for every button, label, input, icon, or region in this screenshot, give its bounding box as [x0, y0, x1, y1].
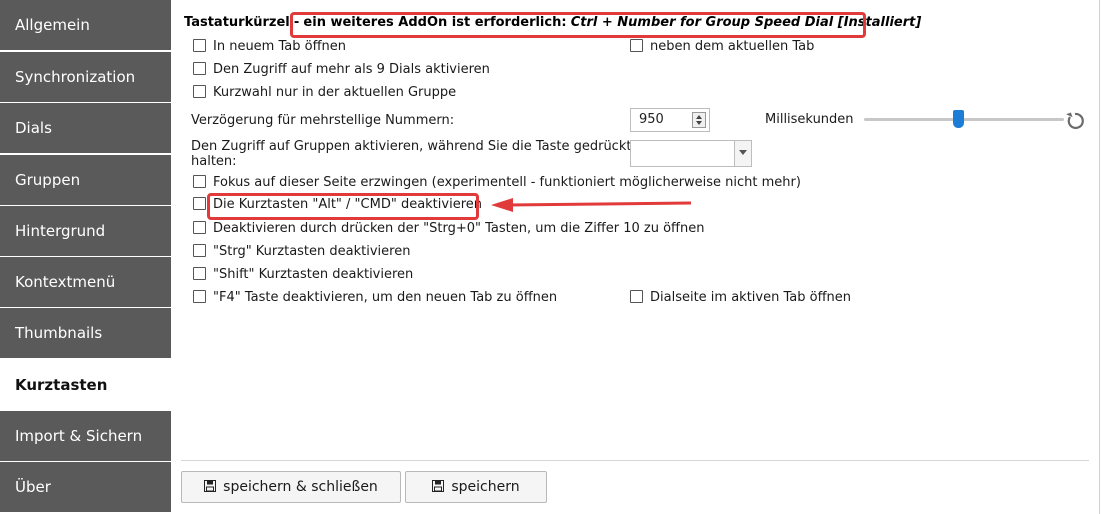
checkbox-icon[interactable] — [630, 290, 643, 303]
group-access-label: Den Zugriff auf Gruppen aktivieren, währ… — [191, 139, 631, 169]
option-force-focus[interactable]: Fokus auf dieser Seite erzwingen (experi… — [193, 175, 801, 190]
delay-label: Verzögerung für mehrstellige Nummern: — [191, 113, 455, 128]
option-current-group[interactable]: Kurzwahl nur in der aktuellen Gruppe — [193, 85, 456, 100]
footer-divider — [181, 460, 1089, 461]
reset-icon[interactable] — [1064, 110, 1086, 132]
group-access-label-line1: Den Zugriff auf Gruppen aktivieren, währ… — [191, 139, 632, 154]
option-disable-ctrl0-label: Deaktivieren durch drücken der "Strg+0" … — [213, 221, 705, 236]
option-force-focus-label: Fokus auf dieser Seite erzwingen (experi… — [213, 175, 801, 190]
group-access-select[interactable] — [630, 140, 752, 167]
checkbox-icon[interactable] — [193, 267, 206, 280]
checkbox-icon[interactable] — [193, 85, 206, 98]
sidebar-item-thumbnails[interactable]: Thumbnails — [0, 308, 171, 358]
option-more-than-9-label: Den Zugriff auf mehr als 9 Dials aktivie… — [213, 62, 490, 77]
option-next-to-tab-label: neben dem aktuellen Tab — [650, 39, 815, 54]
floppy-disk-icon — [204, 480, 217, 492]
panel-border — [1099, 0, 1100, 514]
option-disable-shift-label: "Shift" Kurztasten deaktivieren — [213, 267, 414, 282]
sidebar-item-hintergrund[interactable]: Hintergrund — [0, 206, 171, 256]
section-title-label: Tastaturkürzel — [184, 15, 290, 30]
option-disable-strg[interactable]: "Strg" Kurztasten deaktivieren — [193, 244, 410, 259]
delay-slider-track[interactable] — [864, 118, 1064, 121]
arrow-annotation-icon — [491, 198, 692, 212]
save-button[interactable]: speichern — [405, 471, 547, 503]
option-disable-shift[interactable]: "Shift" Kurztasten deaktivieren — [193, 267, 413, 282]
sidebar-item-allgemein[interactable]: Allgemein — [0, 0, 171, 50]
main-panel: Tastaturkürzel - ein weiteres AddOn ist … — [171, 0, 1102, 514]
option-disable-ctrl0[interactable]: Deaktivieren durch drücken der "Strg+0" … — [193, 221, 705, 236]
save-close-button[interactable]: speichern & schließen — [181, 471, 401, 503]
option-new-tab-label: In neuem Tab öffnen — [213, 39, 347, 54]
checkbox-icon[interactable] — [193, 62, 206, 75]
addon-requirement-text: ein weiteres AddOn ist erforderlich: — [303, 15, 567, 30]
option-new-tab[interactable]: In neuem Tab öffnen — [193, 39, 346, 54]
delay-unit-label: Millisekunden — [765, 112, 854, 127]
option-dial-active-tab-label: Dialseite im aktiven Tab öffnen — [650, 290, 852, 305]
checkbox-icon[interactable] — [193, 290, 206, 303]
checkbox-icon[interactable] — [630, 39, 643, 52]
delay-value: 950 — [639, 112, 664, 127]
option-disable-strg-label: "Strg" Kurztasten deaktivieren — [213, 244, 411, 259]
option-next-to-tab[interactable]: neben dem aktuellen Tab — [630, 39, 814, 54]
addon-name: Ctrl + Number for Group Speed Dial [Inst… — [570, 15, 922, 30]
chevron-down-icon[interactable] — [734, 141, 751, 166]
save-close-label: speichern & schließen — [223, 479, 378, 495]
option-current-group-label: Kurzwahl nur in der aktuellen Gruppe — [213, 85, 457, 100]
checkbox-icon[interactable] — [193, 175, 206, 188]
option-disable-f4[interactable]: "F4" Taste deaktivieren, um den neuen Ta… — [193, 290, 557, 305]
sidebar-item-ueber[interactable]: Über — [0, 462, 171, 512]
checkbox-icon[interactable] — [193, 197, 206, 210]
sidebar-item-import-sichern[interactable]: Import & Sichern — [0, 411, 171, 461]
section-title-dash: - — [293, 15, 300, 30]
option-dial-active-tab[interactable]: Dialseite im aktiven Tab öffnen — [630, 290, 851, 305]
option-disable-alt-cmd-label: Die Kurztasten "Alt" / "CMD" deaktiviere… — [213, 197, 482, 212]
sidebar-item-gruppen[interactable]: Gruppen — [0, 155, 171, 205]
checkbox-icon[interactable] — [193, 39, 206, 52]
checkbox-icon[interactable] — [193, 244, 206, 257]
spinner-arrows-icon[interactable] — [692, 112, 706, 128]
section-title: Tastaturkürzel - ein weiteres AddOn ist … — [184, 15, 921, 30]
sidebar-item-kurztasten[interactable]: Kurztasten — [0, 360, 171, 410]
option-more-than-9[interactable]: Den Zugriff auf mehr als 9 Dials aktivie… — [193, 62, 490, 77]
sidebar-item-dials[interactable]: Dials — [0, 103, 171, 153]
save-label: speichern — [451, 479, 520, 495]
group-access-label-line2: halten: — [191, 154, 237, 169]
sidebar-item-kontextmenue[interactable]: Kontextmenü — [0, 257, 171, 307]
delay-slider-thumb[interactable] — [952, 110, 964, 128]
floppy-disk-icon — [432, 480, 445, 492]
sidebar: Allgemein Synchronization Dials Gruppen … — [0, 0, 171, 514]
option-disable-alt-cmd[interactable]: Die Kurztasten "Alt" / "CMD" deaktiviere… — [193, 197, 482, 212]
option-disable-f4-label: "F4" Taste deaktivieren, um den neuen Ta… — [213, 290, 558, 305]
checkbox-icon[interactable] — [193, 221, 206, 234]
delay-number-input[interactable]: 950 — [630, 108, 710, 132]
sidebar-item-synchronization[interactable]: Synchronization — [0, 52, 171, 102]
